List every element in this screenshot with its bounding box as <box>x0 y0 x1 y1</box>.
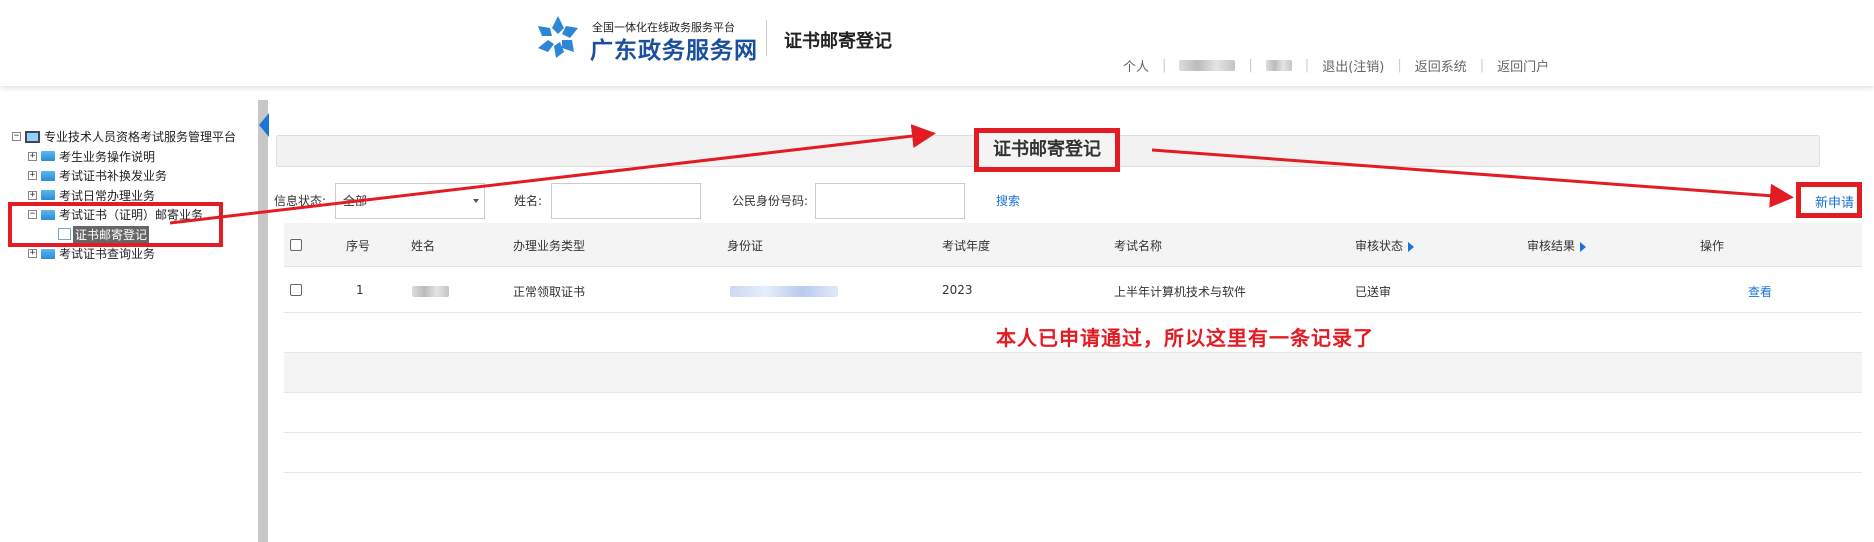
row-id-card-redacted <box>730 284 838 298</box>
highlight-box-sidebar <box>8 202 223 247</box>
row-index: 1 <box>356 283 364 297</box>
status-select[interactable]: 全部 <box>335 183 485 219</box>
col-action: 操作 <box>1700 239 1725 253</box>
id-filter-label: 公民身份号码: <box>732 194 809 208</box>
folder-icon <box>41 190 55 201</box>
col-name: 姓名 <box>411 239 436 253</box>
table-row: 1 正常领取证书 2023 上半年计算机技术与软件 已送审 查看 <box>284 267 1862 313</box>
expand-icon[interactable]: + <box>28 190 37 200</box>
folder-icon <box>41 170 55 181</box>
nav-back-system[interactable]: 返回系统 <box>1402 56 1480 75</box>
col-review-result[interactable]: 审核结果 <box>1527 237 1587 254</box>
search-button[interactable]: 搜索 <box>996 192 1020 209</box>
col-review-result-label: 审核结果 <box>1527 239 1576 253</box>
name-filter-label: 姓名: <box>514 194 543 208</box>
page-title: 证书邮寄登记 <box>974 128 1120 172</box>
page-heading: 证书邮寄登记 <box>784 31 892 52</box>
collapse-icon[interactable]: − <box>12 132 21 142</box>
select-all-checkbox[interactable] <box>290 239 302 251</box>
guangdong-logo-icon <box>538 16 578 58</box>
col-exam-year: 考试年度 <box>942 239 991 253</box>
row-exam-name: 上半年计算机技术与软件 <box>1114 285 1247 299</box>
chevron-down-icon <box>473 199 479 203</box>
sidebar-item-label: 考试证书补换发业务 <box>59 169 168 184</box>
name-input[interactable] <box>551 183 701 219</box>
row-business-type: 正常领取证书 <box>513 285 586 299</box>
expand-icon[interactable]: + <box>28 151 37 161</box>
status-select-value: 全部 <box>343 194 368 208</box>
expand-icon[interactable]: + <box>28 249 37 259</box>
sidebar-item-label: 考生业务操作说明 <box>59 149 156 164</box>
platform-title: 广东政务服务网 <box>590 38 758 64</box>
nav-org-redacted <box>1253 58 1305 73</box>
table-row-empty <box>284 433 1862 473</box>
status-filter-label: 信息状态: <box>274 194 327 208</box>
sidebar-item-label: 考试证书查询业务 <box>59 247 156 262</box>
nav-logout[interactable]: 退出(注销) <box>1309 56 1397 75</box>
col-review-status[interactable]: 审核状态 <box>1355 237 1415 254</box>
row-exam-year: 2023 <box>942 283 973 297</box>
table-header: 序号 姓名 办理业务类型 身份证 考试年度 考试名称 审核状态 审核结果 操作 <box>284 223 1862 267</box>
table-row-empty <box>284 353 1862 393</box>
top-nav: 个人 | | | 退出(注销) | 返回系统 | 返回门户 <box>1110 56 1562 75</box>
row-checkbox[interactable] <box>290 284 302 296</box>
new-request-button[interactable]: 新申请 <box>1815 192 1854 211</box>
sidebar-item-guide[interactable]: + 考生业务操作说明 <box>12 147 236 167</box>
expand-icon[interactable]: + <box>28 171 37 181</box>
col-id-card: 身份证 <box>727 239 764 253</box>
nav-username-redacted <box>1166 58 1248 73</box>
folder-icon <box>41 248 55 259</box>
sidebar-splitter[interactable] <box>258 100 268 542</box>
sort-icon <box>1580 241 1587 252</box>
col-review-status-label: 审核状态 <box>1355 239 1404 253</box>
col-exam-name: 考试名称 <box>1114 239 1163 253</box>
collapse-arrow-icon[interactable] <box>259 113 269 137</box>
annotation-note: 本人已申请通过，所以这里有一条记录了 <box>996 326 1374 350</box>
view-link[interactable]: 查看 <box>1748 283 1772 300</box>
col-index: 序号 <box>346 239 371 253</box>
sort-icon <box>1408 241 1415 252</box>
row-review-status: 已送审 <box>1355 285 1392 299</box>
nav-back-portal[interactable]: 返回门户 <box>1484 56 1562 75</box>
sidebar-item-reissue[interactable]: + 考试证书补换发业务 <box>12 166 236 186</box>
header-divider <box>766 20 767 56</box>
table-row-empty <box>284 393 1862 433</box>
folder-icon <box>41 151 55 162</box>
tree-root-label: 专业技术人员资格考试服务管理平台 <box>44 130 237 145</box>
computer-icon <box>25 130 40 143</box>
nav-personal[interactable]: 个人 <box>1110 56 1162 75</box>
tree-root[interactable]: − 专业技术人员资格考试服务管理平台 <box>12 127 236 147</box>
col-business-type: 办理业务类型 <box>513 239 586 253</box>
row-name-redacted <box>412 284 449 298</box>
header: 全国一体化在线政务服务平台 广东政务服务网 证书邮寄登记 个人 | | | 退出… <box>0 0 1874 86</box>
id-number-input[interactable] <box>815 183 965 219</box>
